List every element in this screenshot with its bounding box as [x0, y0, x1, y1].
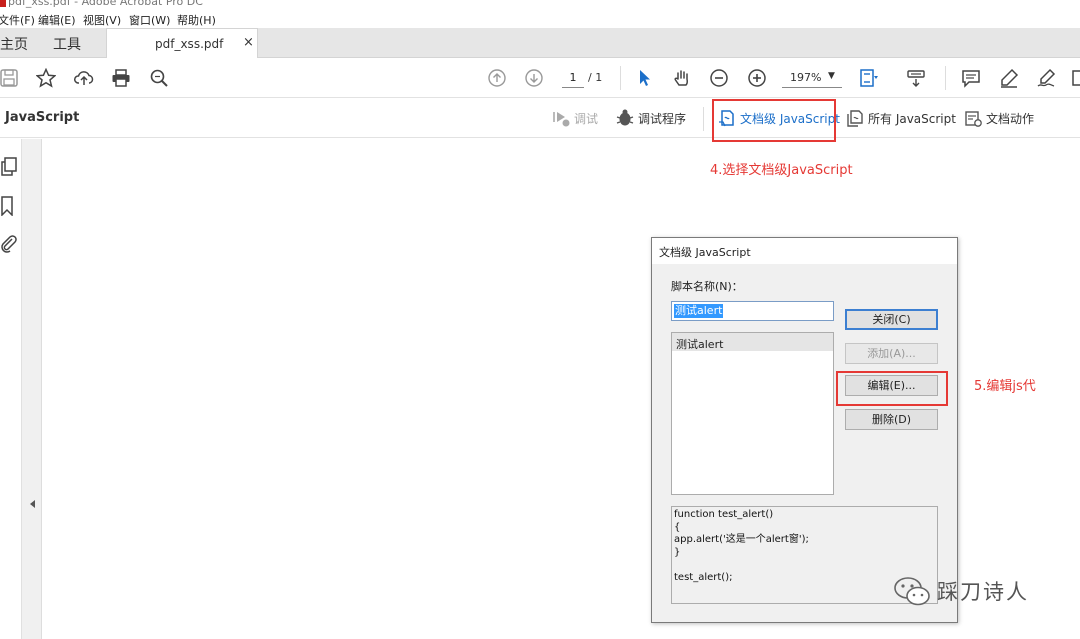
- javascript-toolbar: JavaScript 调试 调试程序 文档级 JavaScript 所有 Jav…: [0, 99, 1080, 138]
- step5-highlight-box: [836, 371, 948, 406]
- doc-actions-button[interactable]: 文档动作: [964, 107, 1034, 129]
- debug-button[interactable]: 调试: [552, 107, 598, 129]
- step5-annotation: 5.编辑js代: [974, 379, 1036, 394]
- save-icon[interactable]: [0, 67, 20, 89]
- tab-bar: 主页 工具 pdf_xss.pdf ×: [0, 28, 1080, 58]
- all-scripts-icon: [847, 110, 863, 127]
- debugger-label: 调试程序: [638, 111, 687, 126]
- doc-actions-icon: [965, 111, 982, 127]
- dialog-titlebar: 文档级 JavaScript: [652, 238, 957, 264]
- main-toolbar: 1 / 1 197% ▼: [0, 58, 1080, 98]
- window-titlebar: pdf_xss.pdf - Adobe Acrobat Pro DC: [0, 0, 1080, 10]
- list-item[interactable]: 测试alert: [672, 333, 833, 351]
- script-name-input[interactable]: 测试alert: [671, 301, 834, 321]
- close-button[interactable]: 关闭(C): [845, 309, 938, 330]
- page-total: / 1: [588, 71, 603, 84]
- page-thumbnails-icon[interactable]: [0, 157, 18, 177]
- comment-icon[interactable]: [960, 67, 982, 89]
- all-javascript-label: 所有 JavaScript: [868, 111, 956, 126]
- menu-window[interactable]: 窗口(W): [129, 12, 170, 28]
- search-icon[interactable]: [148, 67, 170, 89]
- tab-close-icon[interactable]: ×: [243, 35, 254, 50]
- zoom-out-icon[interactable]: [708, 67, 730, 89]
- doc-actions-label: 文档动作: [986, 111, 1035, 126]
- delete-button[interactable]: 删除(D): [845, 409, 938, 430]
- keyboard-scroll-icon[interactable]: [905, 67, 927, 89]
- menu-bar: 文件(F) 编辑(E) 视图(V) 窗口(W) 帮助(H): [0, 10, 1080, 28]
- tab-home[interactable]: 主页: [0, 34, 28, 54]
- dialog-title: 文档级 JavaScript: [659, 246, 751, 259]
- select-cursor-icon[interactable]: [634, 67, 656, 89]
- page-fit-icon[interactable]: [858, 67, 880, 89]
- zoom-select[interactable]: 197% ▼: [782, 68, 842, 88]
- collapse-arrow-icon[interactable]: [30, 500, 35, 508]
- step4-highlight-box: [712, 99, 836, 142]
- sign-icon[interactable]: [1035, 67, 1057, 89]
- menu-help[interactable]: 帮助(H): [177, 12, 216, 28]
- doc-level-javascript-dialog: 文档级 JavaScript 脚本名称(N)： 测试alert 测试alert …: [651, 237, 958, 623]
- cloud-upload-icon[interactable]: [73, 67, 95, 89]
- wechat-watermark: 踩刀诗人: [893, 574, 1029, 608]
- attachment-icon[interactable]: [0, 233, 18, 253]
- bug-icon: [616, 109, 634, 126]
- bookmark-icon[interactable]: [0, 196, 18, 217]
- javascript-tool-title: JavaScript: [5, 110, 80, 125]
- script-list[interactable]: 测试alert: [671, 332, 834, 495]
- script-name-value: 测试alert: [674, 304, 724, 318]
- add-button[interactable]: 添加(A)...: [845, 343, 938, 364]
- toolbar-divider: [703, 107, 704, 131]
- all-javascript-button[interactable]: 所有 JavaScript: [846, 107, 956, 129]
- tab-tools[interactable]: 工具: [53, 34, 81, 54]
- window-title: pdf_xss.pdf - Adobe Acrobat Pro DC: [8, 0, 203, 8]
- step4-annotation: 4.选择文档级JavaScript: [710, 163, 853, 178]
- left-nav-panel: [0, 139, 22, 639]
- tab-document[interactable]: pdf_xss.pdf ×: [106, 28, 258, 58]
- script-name-label: 脚本名称(N)：: [671, 280, 743, 293]
- menu-file[interactable]: 文件(F): [0, 12, 35, 28]
- page-number-input[interactable]: 1: [562, 68, 584, 88]
- debug-label: 调试: [574, 111, 599, 126]
- highlight-pen-icon[interactable]: [998, 67, 1020, 89]
- watermark-text: 踩刀诗人: [937, 580, 1029, 604]
- menu-edit[interactable]: 编辑(E): [38, 12, 76, 28]
- wechat-icon: [894, 577, 930, 606]
- acrobat-pdf-icon: [0, 0, 6, 7]
- chevron-down-icon: ▼: [828, 71, 835, 81]
- toolbar-divider: [620, 66, 621, 90]
- tab-document-label: pdf_xss.pdf: [155, 37, 224, 51]
- debugger-button[interactable]: 调试程序: [616, 107, 686, 129]
- star-icon[interactable]: [35, 67, 57, 89]
- menu-view[interactable]: 视图(V): [83, 12, 121, 28]
- hand-tool-icon[interactable]: [671, 67, 693, 89]
- toolbar-divider: [945, 66, 946, 90]
- share-icon[interactable]: [1068, 67, 1080, 89]
- zoom-in-icon[interactable]: [746, 67, 768, 89]
- print-icon[interactable]: [110, 67, 132, 89]
- zoom-value: 197%: [790, 71, 822, 84]
- next-page-icon[interactable]: [523, 67, 545, 89]
- prev-page-icon[interactable]: [486, 67, 508, 89]
- nav-pane-collapse-strip[interactable]: [22, 139, 42, 639]
- debug-step-icon: [553, 112, 570, 127]
